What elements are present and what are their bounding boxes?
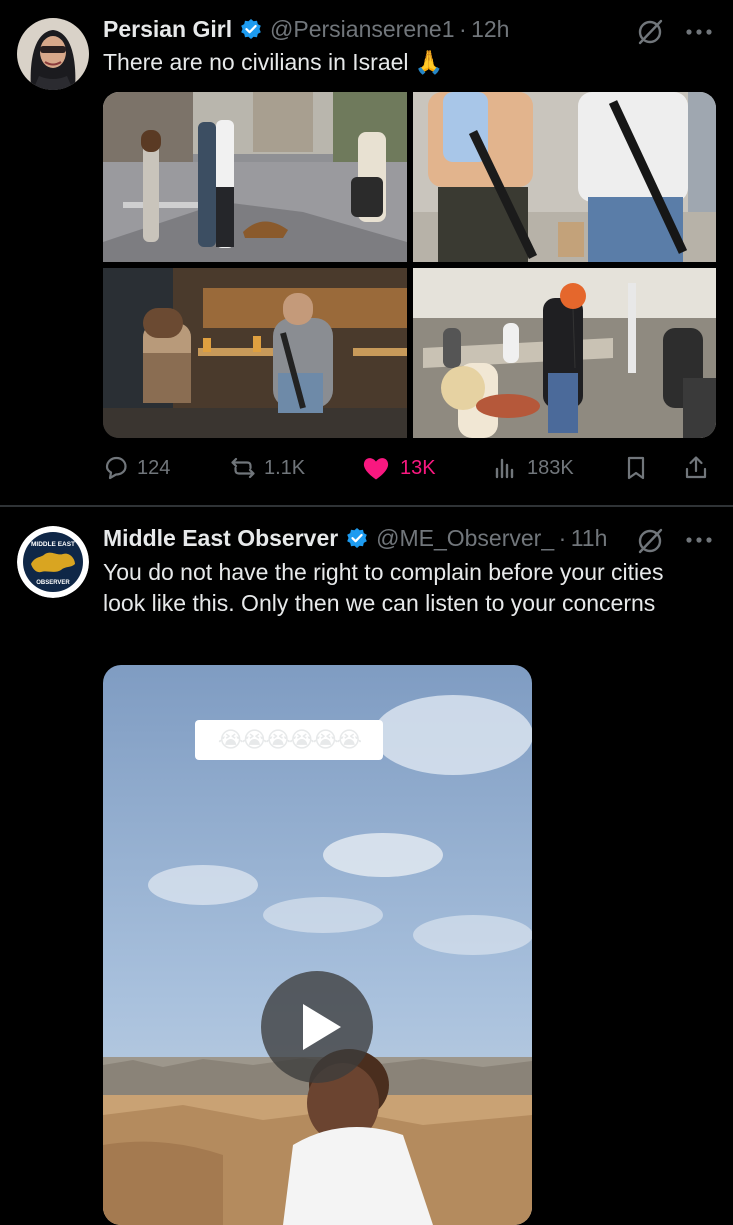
like-button[interactable]: 13K: [360, 448, 436, 488]
like-count: 13K: [400, 456, 436, 479]
share-button[interactable]: [683, 448, 709, 488]
views-count: 183K: [527, 456, 574, 479]
cafe-table-photo[interactable]: [103, 268, 407, 438]
plaza-crowd-photo[interactable]: [413, 268, 716, 438]
media-grid[interactable]: [103, 92, 716, 438]
separator: ·: [458, 16, 467, 42]
like-icon: [363, 458, 389, 480]
avatar-text-bottom: OBSERVER: [36, 580, 70, 586]
share-icon: [685, 456, 707, 479]
tweet-text: You do not have the right to complain be…: [103, 559, 664, 616]
bookmark-icon: [627, 456, 645, 480]
verified-icon: [346, 528, 367, 548]
repost-button[interactable]: 1.1K: [230, 448, 305, 488]
video-player[interactable]: 😭😭😭😭😭😭: [103, 665, 532, 1225]
timestamp[interactable]: 12h: [471, 16, 509, 42]
reply-button[interactable]: 124: [103, 448, 170, 488]
grok-icon[interactable]: [636, 18, 664, 46]
timestamp[interactable]: 11h: [571, 525, 608, 551]
play-button[interactable]: [261, 971, 373, 1083]
reply-icon: [105, 456, 127, 480]
bookmark-button[interactable]: [623, 448, 649, 488]
verified-icon: [240, 19, 261, 39]
more-icon[interactable]: [684, 535, 714, 545]
more-icon[interactable]: [684, 27, 714, 37]
author-handle[interactable]: @Persianserene1: [270, 16, 454, 42]
repost-count: 1.1K: [264, 456, 306, 479]
avatar[interactable]: [17, 18, 89, 90]
views-icon: [495, 458, 514, 479]
tweet-1[interactable]: Persian Girl @Persianserene1 · 12h There…: [0, 0, 733, 505]
avatar[interactable]: MIDDLE EAST OBSERVER: [17, 526, 89, 598]
avatar-text-top: MIDDLE EAST: [31, 541, 75, 548]
repost-icon: [231, 457, 255, 479]
video-caption: 😭😭😭😭😭😭: [195, 720, 383, 760]
tweet-text: There are no civilians in Israel 🙏: [103, 49, 444, 75]
armed-men-backs-photo[interactable]: [413, 92, 716, 262]
street-scene-photo[interactable]: [103, 92, 407, 262]
play-icon: [303, 1004, 341, 1050]
views-button[interactable]: 183K: [493, 448, 574, 488]
grok-icon[interactable]: [636, 527, 664, 555]
author-name[interactable]: Middle East Observer: [103, 525, 338, 551]
author-handle[interactable]: @ME_Observer_: [376, 525, 554, 551]
tweet-2[interactable]: MIDDLE EAST OBSERVER Middle East Observe…: [0, 507, 733, 1225]
action-bar: 124 1.1K 13K 183K: [103, 448, 716, 488]
author-name[interactable]: Persian Girl: [103, 16, 232, 42]
separator: ·: [558, 525, 567, 551]
reply-count: 124: [137, 456, 171, 479]
